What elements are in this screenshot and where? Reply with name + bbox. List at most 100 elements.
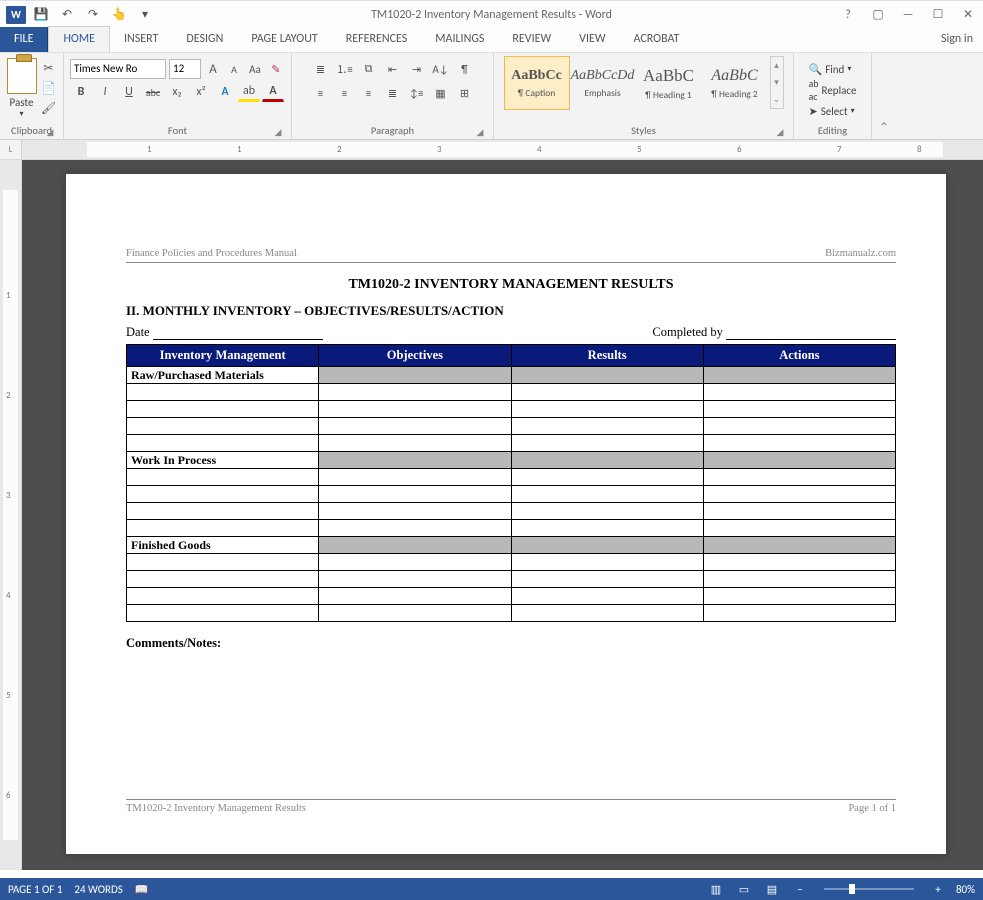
status-page[interactable]: PAGE 1 OF 1 xyxy=(8,883,62,896)
zoom-slider[interactable] xyxy=(824,888,914,890)
superscript-button[interactable]: x² xyxy=(190,82,212,102)
read-mode-button[interactable]: ▥ xyxy=(706,881,726,897)
tab-acrobat[interactable]: ACROBAT xyxy=(620,27,694,52)
borders-button[interactable]: ⊞ xyxy=(454,83,476,103)
styles-dialog-launcher[interactable]: ◢ xyxy=(775,127,785,137)
tab-design[interactable]: DESIGN xyxy=(172,27,237,52)
subscript-button[interactable]: x₂ xyxy=(166,82,188,102)
bullets-button[interactable]: ≣ xyxy=(310,59,332,79)
underline-button[interactable]: U xyxy=(118,82,140,102)
justify-button[interactable]: ≣ xyxy=(382,83,404,103)
find-label: Find xyxy=(825,63,844,76)
collapse-ribbon-button[interactable]: ⌃ xyxy=(872,53,896,139)
tab-file[interactable]: FILE xyxy=(0,27,48,52)
style-gallery-scroll[interactable]: ▴ ▾ ⌄ xyxy=(770,56,784,109)
tab-home[interactable]: HOME xyxy=(48,26,110,52)
change-case-button[interactable]: Aa xyxy=(246,59,264,79)
help-button[interactable]: ? xyxy=(837,5,859,25)
tab-page-layout[interactable]: PAGE LAYOUT xyxy=(237,27,331,52)
horizontal-ruler[interactable]: 1 1 2 3 4 5 6 7 8 xyxy=(22,140,983,159)
font-size-combo[interactable]: 12 xyxy=(169,59,201,79)
brush-icon: 🖌 xyxy=(41,101,56,116)
sort-button[interactable]: A↓ xyxy=(430,59,452,79)
font-color-button[interactable]: A xyxy=(262,82,284,102)
find-button[interactable]: 🔍 Find ▾ xyxy=(809,59,852,79)
style-preview: AaBbC xyxy=(711,67,757,85)
vertical-ruler[interactable]: 1 2 3 4 5 6 xyxy=(0,160,22,870)
status-words[interactable]: 24 WORDS xyxy=(74,883,122,896)
cut-button[interactable]: ✂ xyxy=(41,60,57,76)
font-dialog-launcher[interactable]: ◢ xyxy=(273,127,283,137)
align-right-button[interactable]: ≡ xyxy=(358,83,380,103)
col-results: Results xyxy=(511,345,703,367)
italic-button[interactable]: I xyxy=(94,82,116,102)
align-left-button[interactable]: ≡ xyxy=(310,83,332,103)
ruler-area: L 1 1 2 3 4 5 6 7 8 xyxy=(0,140,983,160)
customize-qat-button[interactable]: ▾ xyxy=(134,4,156,26)
shading-icon: ▦ xyxy=(435,87,445,100)
style-heading2[interactable]: AaBbC ¶ Heading 2 xyxy=(702,56,768,110)
web-layout-button[interactable]: ▤ xyxy=(762,881,782,897)
zoom-out-button[interactable]: − xyxy=(790,881,810,897)
document-canvas[interactable]: Finance Policies and Procedures Manual B… xyxy=(22,160,983,870)
word-icon[interactable]: W xyxy=(6,6,26,24)
table-row xyxy=(127,520,896,537)
align-center-button[interactable]: ≡ xyxy=(334,83,356,103)
zoom-level[interactable]: 80% xyxy=(956,883,975,896)
select-button[interactable]: ➤ Select ▾ xyxy=(809,101,855,121)
style-heading1[interactable]: AaBbC ¶ Heading 1 xyxy=(636,56,702,110)
scroll-down-icon: ▾ xyxy=(771,74,783,91)
paste-icon xyxy=(7,58,37,94)
grow-font-button[interactable]: A xyxy=(204,59,222,79)
text-effects-button[interactable]: A xyxy=(214,82,236,102)
table-row xyxy=(127,503,896,520)
highlight-button[interactable]: ab xyxy=(238,82,260,102)
numbering-button[interactable]: ⒈≡ xyxy=(334,59,356,79)
scissors-icon: ✂ xyxy=(43,61,53,76)
font-family-combo[interactable]: Times New Ro xyxy=(70,59,166,79)
paragraph-dialog-launcher[interactable]: ◢ xyxy=(475,127,485,137)
col-actions: Actions xyxy=(703,345,895,367)
style-caption[interactable]: AaBbCc ¶ Caption xyxy=(504,56,570,110)
show-marks-button[interactable]: ¶ xyxy=(454,59,476,79)
close-button[interactable]: ✕ xyxy=(957,5,979,25)
clipboard-dialog-launcher[interactable]: ◢ xyxy=(45,127,55,137)
print-layout-button[interactable]: ▭ xyxy=(734,881,754,897)
style-name: ¶ Heading 1 xyxy=(645,89,692,101)
subsection-wip: Work In Process xyxy=(127,452,896,469)
zoom-in-button[interactable]: + xyxy=(928,881,948,897)
save-button[interactable]: 💾 xyxy=(30,4,52,26)
date-blank xyxy=(153,328,323,340)
window-controls: ? ▢ — ☐ ✕ xyxy=(837,5,979,25)
paste-button[interactable]: Paste ▾ xyxy=(7,56,37,119)
shrink-font-button[interactable]: A xyxy=(225,59,243,79)
format-painter-button[interactable]: 🖌 xyxy=(41,100,57,116)
strikethrough-button[interactable]: abc xyxy=(142,82,164,102)
bold-button[interactable]: B xyxy=(70,82,92,102)
sign-in-link[interactable]: Sign in xyxy=(941,32,973,46)
shading-button[interactable]: ▦ xyxy=(430,83,452,103)
style-emphasis[interactable]: AaBbCcDd Emphasis xyxy=(570,56,636,110)
zoom-thumb[interactable] xyxy=(849,884,855,894)
decrease-indent-button[interactable]: ⇤ xyxy=(382,59,404,79)
line-spacing-button[interactable]: ↕≡ xyxy=(406,83,428,103)
maximize-button[interactable]: ☐ xyxy=(927,5,949,25)
tab-mailings[interactable]: MAILINGS xyxy=(421,27,498,52)
indent-icon: ⇥ xyxy=(412,63,421,76)
tab-review[interactable]: REVIEW xyxy=(498,27,565,52)
undo-button[interactable]: ↶ xyxy=(56,4,78,26)
status-proof[interactable]: 📖 xyxy=(135,883,149,896)
increase-indent-button[interactable]: ⇥ xyxy=(406,59,428,79)
clear-formatting-button[interactable]: ✎ xyxy=(267,59,285,79)
copy-button[interactable]: 📄 xyxy=(41,80,57,96)
tab-references[interactable]: REFERENCES xyxy=(332,27,422,52)
minimize-button[interactable]: — xyxy=(897,5,919,25)
replace-button[interactable]: abac Replace xyxy=(809,80,857,100)
redo-button[interactable]: ↷ xyxy=(82,4,104,26)
multilevel-button[interactable]: ⧉ xyxy=(358,59,380,79)
touch-mode-button[interactable]: 👆 xyxy=(108,4,130,26)
page[interactable]: Finance Policies and Procedures Manual B… xyxy=(66,174,946,854)
tab-view[interactable]: VIEW xyxy=(565,27,619,52)
tab-insert[interactable]: INSERT xyxy=(110,27,172,52)
ribbon-display-button[interactable]: ▢ xyxy=(867,5,889,25)
